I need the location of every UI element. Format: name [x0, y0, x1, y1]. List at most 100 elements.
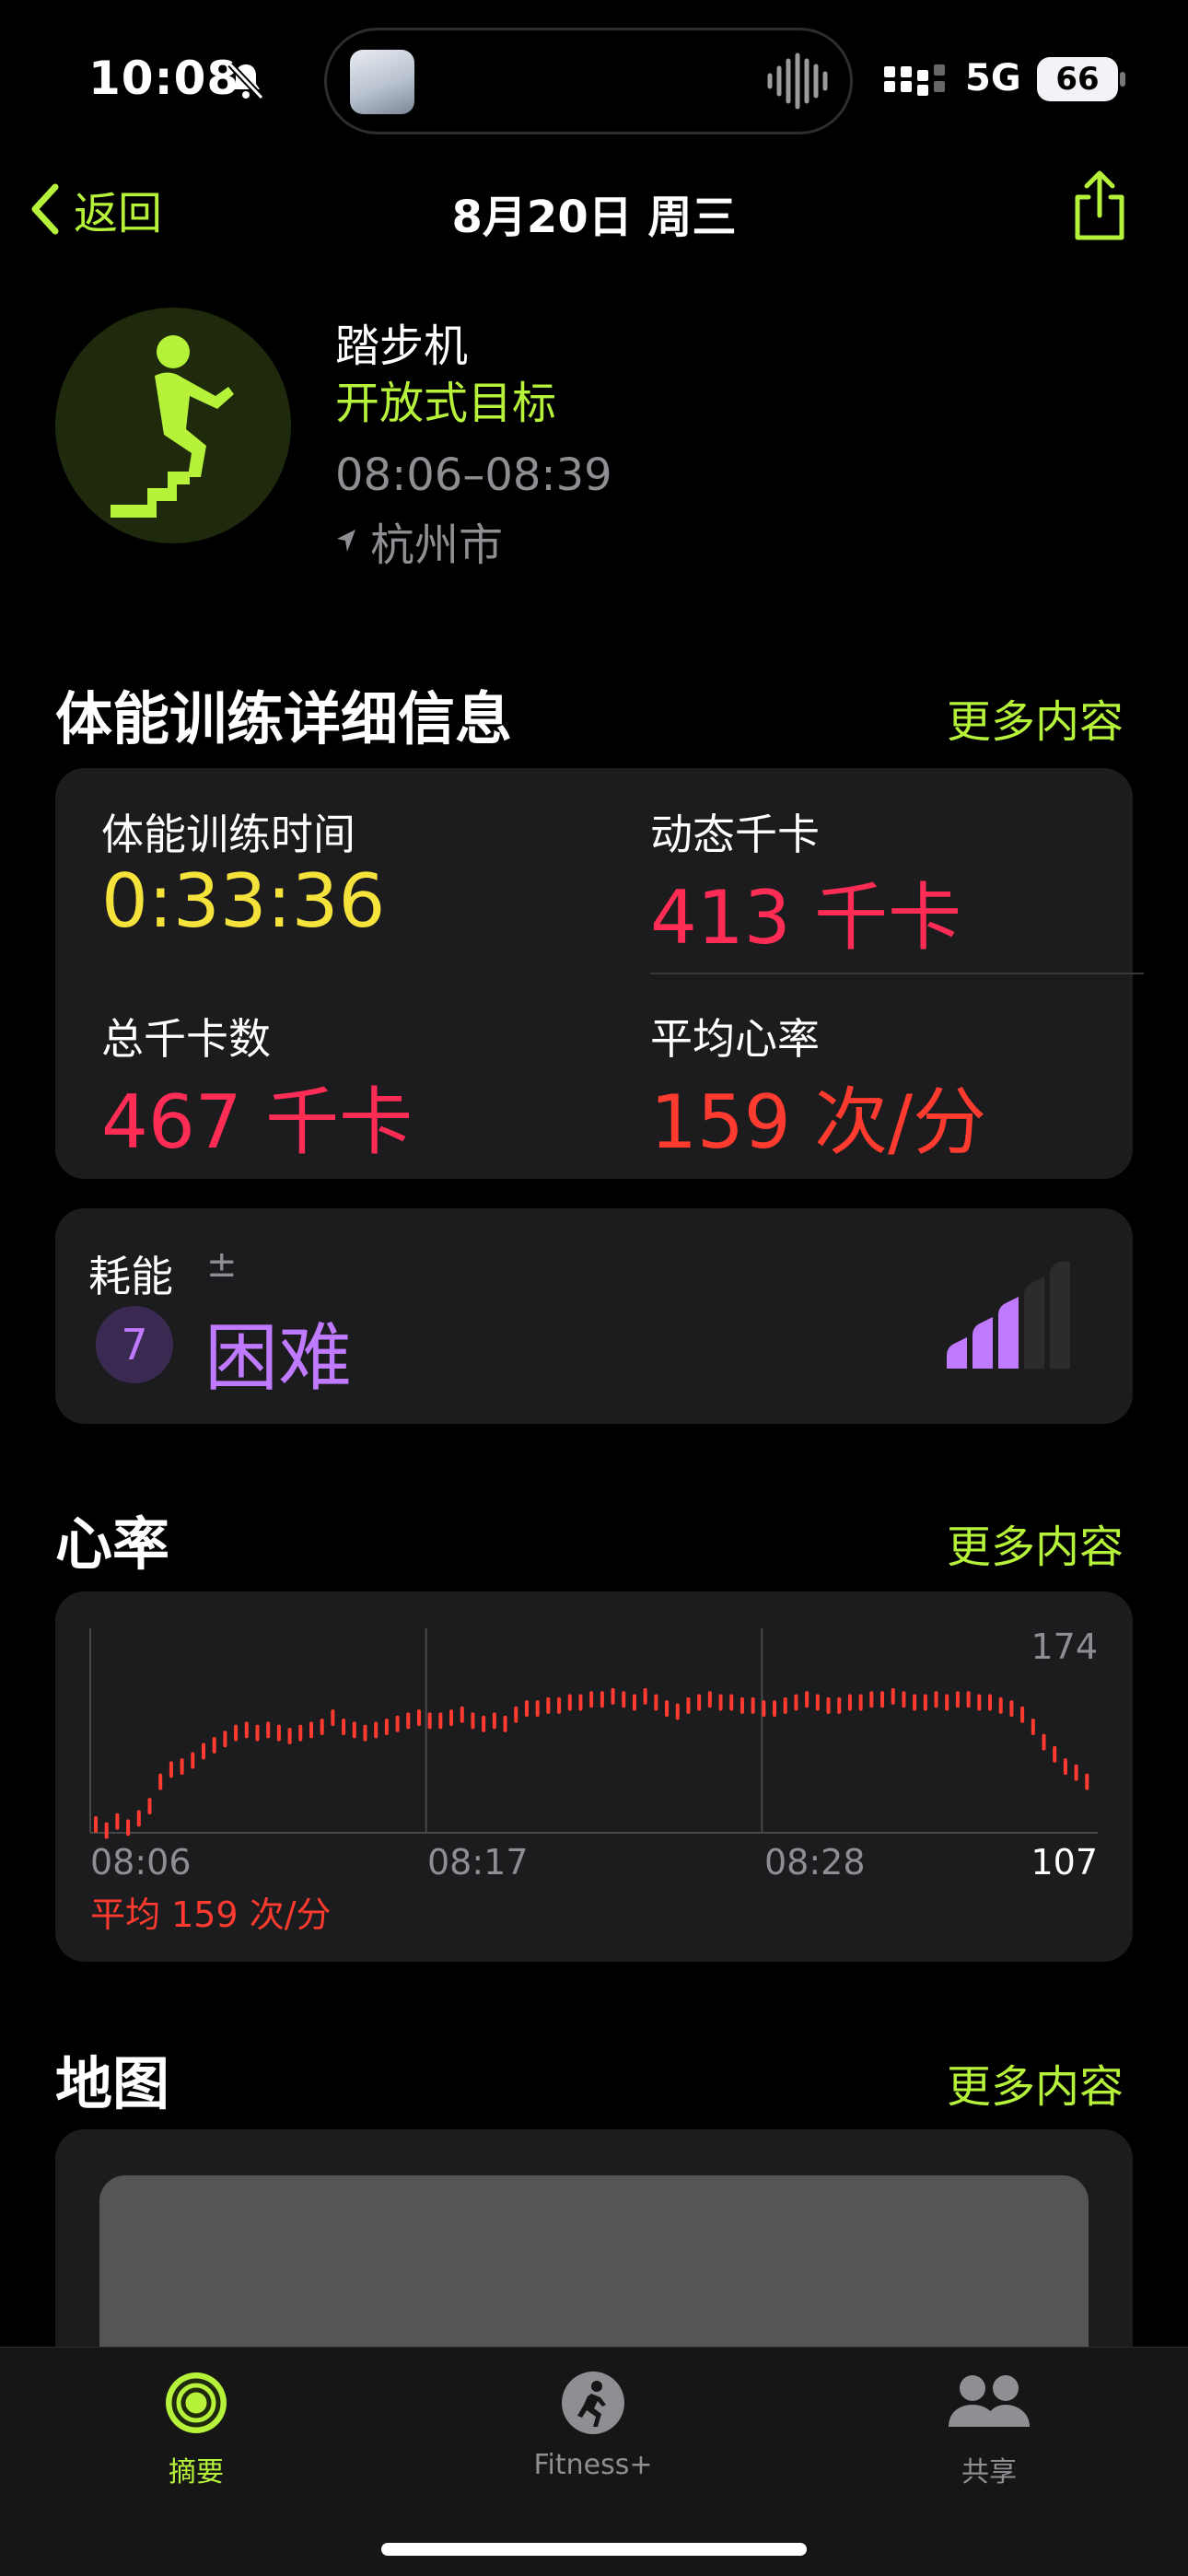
heart-rate-mark — [331, 1709, 335, 1727]
heart-rate-mark — [1053, 1745, 1057, 1763]
total-calories-value: 467 千卡 — [101, 1079, 413, 1165]
heart-rate-mark — [427, 1712, 432, 1730]
heart-rate-mark — [514, 1706, 518, 1723]
heart-rate-mark — [934, 1691, 938, 1708]
heart-rate-mark — [600, 1691, 604, 1708]
heart-rate-mark — [1020, 1706, 1025, 1723]
heart-rate-mark — [384, 1719, 389, 1736]
x-tick: 08:06 — [90, 1842, 192, 1882]
metric-label: 平均心率 — [650, 1014, 820, 1064]
heart-rate-card[interactable]: 174 08:06 08:17 08:28 107 平均 159 次/分 — [55, 1591, 1133, 1962]
tab-fitness-plus[interactable]: Fitness+ — [501, 2370, 685, 2499]
heart-rate-mark — [276, 1724, 281, 1742]
heart-rate-mark — [234, 1724, 239, 1742]
heart-rate-mark — [201, 1743, 205, 1760]
fitness-runner-icon — [562, 2372, 624, 2434]
effort-level-text: 困难 — [204, 1315, 352, 1401]
tab-sharing[interactable]: 共享 — [897, 2370, 1081, 2499]
heart-rate-mark — [244, 1721, 249, 1739]
heart-rate-mark — [826, 1696, 831, 1714]
heart-rate-mark — [212, 1736, 216, 1754]
heart-rate-mark — [503, 1715, 507, 1732]
active-calories-value: 413 千卡 — [650, 875, 962, 961]
map-title: 地图 — [55, 2050, 170, 2117]
bell-muted-icon — [227, 62, 264, 100]
max-label: 174 — [1031, 1626, 1098, 1667]
avg-heart-rate-label: 平均 159 次/分 — [90, 1894, 332, 1935]
heart-rate-mark — [557, 1696, 562, 1714]
battery-tip — [1120, 72, 1125, 87]
heart-rate-mark — [880, 1691, 885, 1708]
heart-rate-mark — [1042, 1733, 1046, 1751]
heart-rate-mark — [147, 1798, 152, 1815]
heart-rate-mark — [374, 1721, 379, 1739]
effort-meter-bar — [973, 1317, 993, 1369]
workout-time-value: 0:33:36 — [101, 858, 386, 944]
heart-rate-mark — [298, 1724, 303, 1742]
heart-rate-mark — [718, 1694, 723, 1711]
location-name: 杭州市 — [370, 519, 504, 571]
x-tick: 08:28 — [764, 1842, 866, 1882]
now-playing-thumbnail[interactable] — [350, 50, 414, 114]
battery-indicator: 66 — [1037, 57, 1118, 101]
details-card[interactable]: 体能训练时间 0:33:36 动态千卡 413 千卡 总千卡数 467 千卡 平… — [55, 768, 1144, 1179]
audio-wave-icon — [767, 52, 828, 110]
effort-score: 7 — [96, 1306, 173, 1383]
tab-summary[interactable]: 摘要 — [104, 2370, 288, 2499]
heart-rate-mark — [309, 1721, 313, 1739]
heart-rate-mark — [783, 1696, 787, 1714]
heart-rate-mark — [438, 1712, 443, 1730]
heart-rate-mark — [180, 1758, 184, 1776]
tab-label: 摘要 — [169, 2456, 224, 2489]
heart-rate-mark — [546, 1696, 551, 1714]
heart-rate-mark — [115, 1813, 120, 1830]
effort-meter-bar — [947, 1337, 967, 1369]
home-indicator[interactable] — [381, 2543, 807, 2556]
heart-rate-mark — [460, 1706, 464, 1723]
share-icon[interactable] — [1068, 169, 1131, 243]
goal-type: 开放式目标 — [335, 378, 557, 429]
metric-label: 体能训练时间 — [101, 810, 355, 859]
heart-rate-mark — [136, 1810, 141, 1827]
tab-label: Fitness+ — [533, 2449, 653, 2481]
heart-rate-mark — [1085, 1773, 1089, 1790]
heart-rate-mark — [643, 1687, 647, 1705]
heart-rate-mark — [902, 1691, 906, 1708]
people-icon — [949, 2375, 1030, 2427]
heart-rate-mark — [998, 1696, 1003, 1714]
heart-rate-mark — [567, 1694, 572, 1711]
heart-rate-mark — [524, 1700, 529, 1718]
heart-rate-mark — [913, 1694, 917, 1711]
heart-rate-mark — [482, 1715, 486, 1732]
heart-rate-mark — [406, 1712, 411, 1730]
x-tick: 08:17 — [427, 1842, 529, 1882]
heart-rate-mark — [611, 1687, 615, 1705]
heart-rate-mark — [675, 1703, 680, 1720]
heart-rate-mark — [1063, 1758, 1067, 1776]
heart-rate-mark — [988, 1694, 993, 1711]
time-range: 08:06–08:39 — [335, 449, 612, 501]
heart-rate-mark — [363, 1724, 367, 1742]
tab-label: 共享 — [961, 2456, 1017, 2489]
heart-rate-mark — [665, 1700, 670, 1718]
heart-rate-mark — [697, 1694, 702, 1711]
activity-rings-icon — [166, 2372, 227, 2433]
effort-meter-bar — [1050, 1262, 1070, 1369]
heart-rate-mark — [686, 1696, 691, 1714]
effort-adjust-symbol: ± — [206, 1243, 238, 1286]
heart-more-link[interactable]: 更多内容 — [947, 1510, 1124, 1575]
details-more-link[interactable]: 更多内容 — [947, 685, 1124, 750]
heart-rate-mark — [805, 1691, 809, 1708]
heart-rate-mark — [729, 1694, 734, 1711]
min-label: 107 — [1031, 1842, 1098, 1882]
heart-rate-mark — [945, 1694, 949, 1711]
stair-stepper-icon — [111, 335, 234, 518]
heart-rate-mark — [320, 1719, 324, 1736]
heart-rate-mark — [977, 1694, 982, 1711]
map-more-link[interactable]: 更多内容 — [947, 2050, 1124, 2115]
heart-rate-mark — [847, 1694, 852, 1711]
heart-rate-mark — [622, 1691, 626, 1708]
heart-rate-mark — [449, 1709, 454, 1727]
location: 杭州市 — [335, 508, 503, 573]
heart-rate-mark — [1009, 1700, 1014, 1718]
